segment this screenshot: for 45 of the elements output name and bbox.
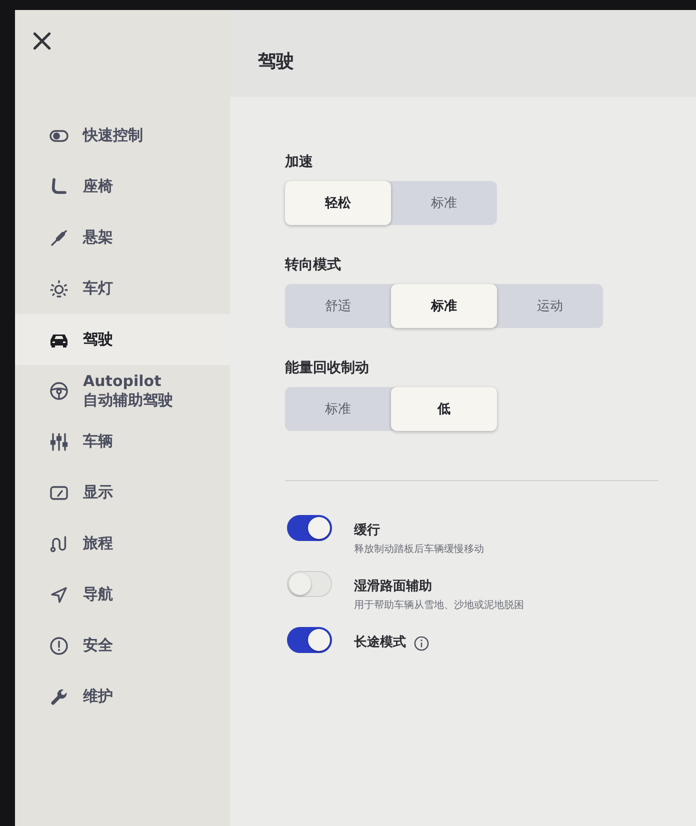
segment-option[interactable]: 运动 [497, 284, 603, 328]
sidebar-item[interactable]: 悬架 [15, 212, 230, 263]
steering-wheel-icon [49, 380, 69, 400]
toggle-label: 湿滑路面辅助 [354, 578, 432, 596]
segment-option[interactable]: 低 [391, 387, 497, 431]
page-title: 驾驶 [258, 50, 295, 74]
segmented-control[interactable]: 标准 低 [285, 387, 497, 431]
sidebar-item[interactable]: 座椅 [15, 161, 230, 212]
sidebar-item[interactable]: 维护 [15, 671, 230, 722]
sidebar-item[interactable]: 驾驶 [15, 314, 230, 365]
segmented-control[interactable]: 轻松 标准 [285, 181, 497, 225]
toggle-label: 长途模式 [354, 634, 406, 652]
sidebar-item[interactable]: 车辆 [15, 416, 230, 467]
segmented-control[interactable]: 舒适 标准 运动 [285, 284, 603, 328]
toggle-switch[interactable] [287, 515, 332, 541]
sidebar-item[interactable]: 显示 [15, 467, 230, 518]
bulb-icon [49, 278, 69, 298]
navigation-arrow-icon [49, 584, 69, 604]
info-icon[interactable] [414, 636, 429, 650]
route-icon [49, 534, 69, 554]
segment-option[interactable]: 标准 [391, 181, 497, 225]
section-title: 能量回收制动 [285, 359, 369, 378]
segment-option[interactable]: 标准 [285, 387, 391, 431]
alert-icon [49, 636, 69, 656]
sidebar-item[interactable]: 安全 [15, 620, 230, 671]
sidebar-item[interactable]: 旅程 [15, 518, 230, 569]
sliders-icon [49, 432, 69, 452]
section-title: 加速 [285, 153, 313, 172]
sidebar-item[interactable]: 车灯 [15, 263, 230, 314]
segment-option[interactable]: 舒适 [285, 284, 391, 328]
close-button[interactable] [33, 32, 51, 50]
toggle-description: 用于帮助车辆从雪地、沙地或泥地脱困 [354, 599, 524, 613]
seat-icon [49, 176, 69, 196]
toggle-label: 缓行 [354, 522, 380, 540]
section-title: 转向模式 [285, 256, 341, 275]
close-icon [33, 32, 51, 50]
wrench-icon [49, 686, 69, 706]
shock-absorber-icon [49, 228, 69, 248]
sidebar-item[interactable]: Autopilot 自动辅助驾驶 [15, 365, 230, 416]
segment-option[interactable]: 轻松 [285, 181, 391, 225]
sidebar-item[interactable]: 快速控制 [15, 110, 230, 161]
toggle-switch[interactable] [287, 627, 332, 653]
sidebar-item[interactable]: 导航 [15, 569, 230, 620]
segment-option[interactable]: 标准 [391, 284, 497, 328]
toggle-description: 释放制动踏板后车辆缓慢移动 [354, 543, 484, 557]
